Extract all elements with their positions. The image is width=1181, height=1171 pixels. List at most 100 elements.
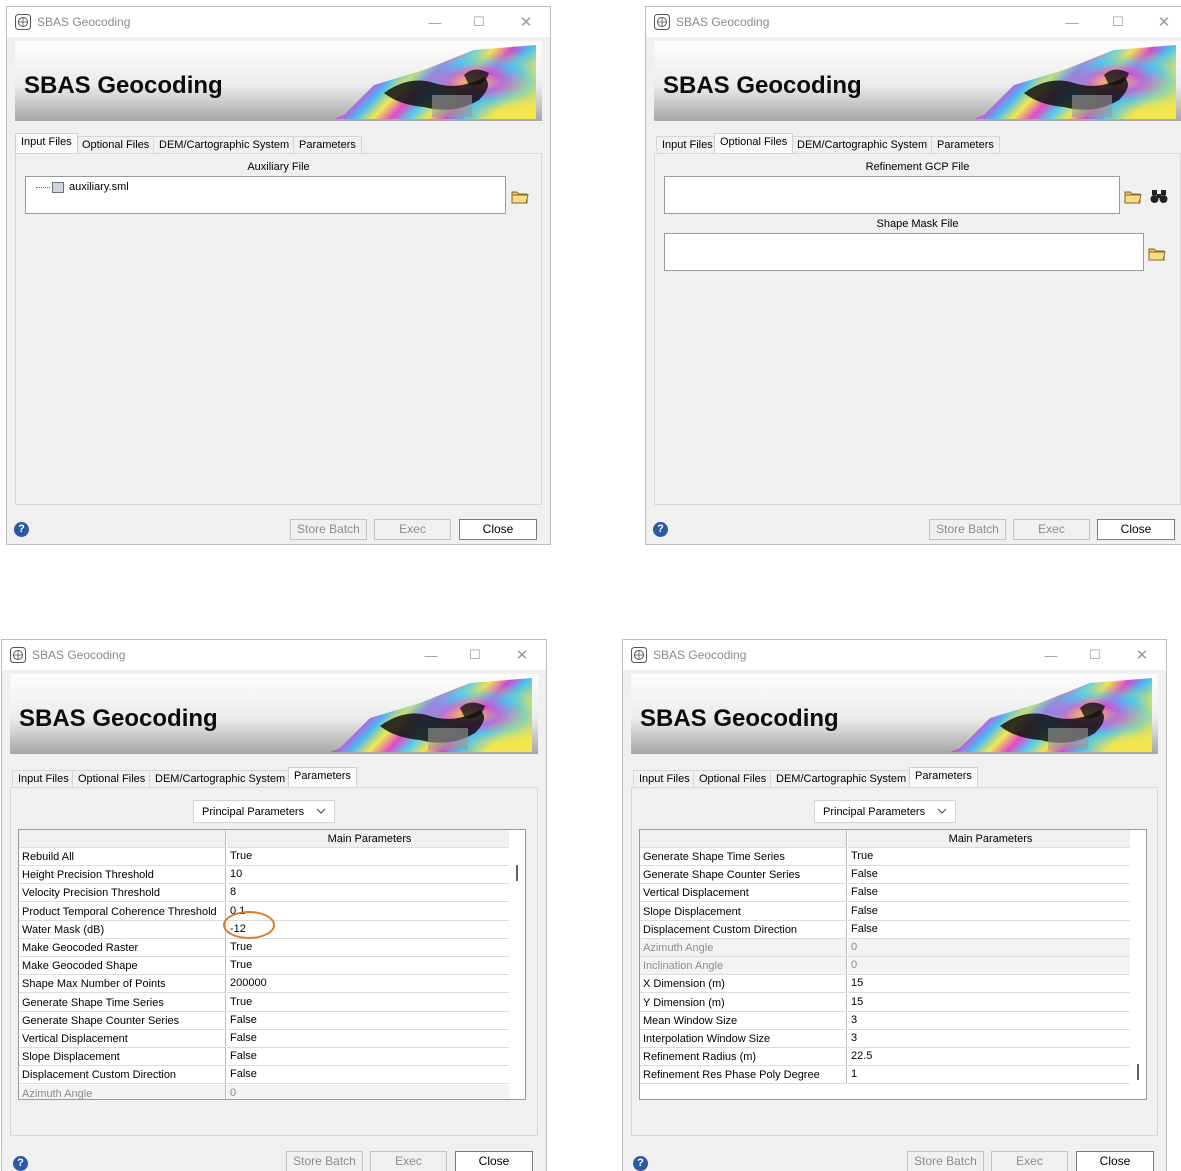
parameter-value[interactable]: 200000: [227, 975, 509, 994]
vertical-scrollbar[interactable]: [509, 830, 525, 1099]
refinement-gcp-field[interactable]: [664, 176, 1120, 214]
store-batch-button[interactable]: Store Batch: [929, 519, 1006, 540]
parameter-value[interactable]: 1: [848, 1066, 1130, 1085]
tab-input-files[interactable]: Input Files: [12, 770, 75, 787]
close-icon[interactable]: ✕: [1153, 11, 1175, 33]
exec-button[interactable]: Exec: [374, 519, 451, 540]
help-icon[interactable]: ?: [13, 1156, 28, 1171]
scrollbar-thumb[interactable]: [1137, 1064, 1139, 1080]
parameter-value[interactable]: 10: [227, 866, 509, 885]
maximize-icon[interactable]: ☐: [1107, 11, 1129, 33]
shape-mask-field[interactable]: [664, 233, 1144, 271]
list-item[interactable]: auxiliary.sml: [36, 181, 129, 193]
tab-dem-cartographic[interactable]: DEM/Cartographic System: [153, 136, 296, 153]
close-button[interactable]: Close: [1076, 1151, 1154, 1171]
parameter-value[interactable]: 8: [227, 884, 509, 903]
parameter-name: Generate Shape Counter Series: [640, 866, 847, 885]
parameter-name: Generate Shape Time Series: [640, 848, 847, 866]
vertical-scrollbar[interactable]: [1130, 830, 1146, 1099]
tab-parameters[interactable]: Parameters: [909, 767, 978, 787]
parameter-value[interactable]: True: [227, 957, 509, 976]
tab-parameters[interactable]: Parameters: [931, 136, 1000, 153]
store-batch-button[interactable]: Store Batch: [907, 1151, 984, 1171]
file-icon: [52, 181, 64, 193]
parameter-value[interactable]: False: [227, 1030, 509, 1048]
tab-dem-cartographic[interactable]: DEM/Cartographic System: [770, 770, 913, 787]
close-icon[interactable]: ✕: [511, 644, 533, 666]
header-name-cell: [19, 830, 226, 848]
parameter-value[interactable]: 3: [848, 1030, 1130, 1048]
parameter-value[interactable]: False: [227, 1012, 509, 1030]
sbas-app-icon: [15, 14, 31, 30]
close-button[interactable]: Close: [455, 1151, 533, 1171]
banner-title: SBAS Geocoding: [24, 72, 223, 99]
tab-parameters[interactable]: Parameters: [293, 136, 362, 153]
tab-dem-cartographic[interactable]: DEM/Cartographic System: [149, 770, 292, 787]
maximize-icon[interactable]: ☐: [468, 11, 490, 33]
parameter-value[interactable]: False: [848, 903, 1130, 921]
exec-button[interactable]: Exec: [1013, 519, 1090, 540]
parameter-value[interactable]: 0: [227, 1084, 509, 1099]
parameter-value[interactable]: False: [848, 866, 1130, 885]
parameter-value[interactable]: 3: [848, 1012, 1130, 1030]
tab-optional-files[interactable]: Optional Files: [693, 770, 773, 787]
store-batch-button[interactable]: Store Batch: [290, 519, 367, 540]
parameter-name: Refinement Res Phase Poly Degree: [640, 1066, 847, 1085]
header-main-parameters: Main Parameters: [848, 830, 1130, 848]
parameter-value[interactable]: True: [227, 939, 509, 957]
parameter-value[interactable]: True: [227, 848, 509, 866]
maximize-icon[interactable]: ☐: [464, 644, 486, 666]
parameter-value[interactable]: True: [848, 848, 1130, 866]
parameter-group-select[interactable]: Principal Parameters: [193, 800, 335, 823]
parameter-value[interactable]: 0: [848, 957, 1130, 976]
title-bar[interactable]: SBAS Geocoding — ☐ ✕: [7, 7, 550, 37]
title-bar[interactable]: SBAS Geocoding — ☐ ✕: [2, 640, 546, 670]
tab-optional-files[interactable]: Optional Files: [714, 133, 794, 153]
tab-input-files[interactable]: Input Files: [15, 133, 78, 153]
title-bar[interactable]: SBAS Geocoding — ☐ ✕: [646, 7, 1181, 37]
tab-optional-files[interactable]: Optional Files: [72, 770, 152, 787]
parameter-name: Azimuth Angle: [640, 939, 847, 957]
tab-parameters[interactable]: Parameters: [288, 767, 357, 787]
minimize-icon[interactable]: —: [420, 644, 442, 666]
open-folder-icon[interactable]: [1123, 186, 1143, 206]
exec-button[interactable]: Exec: [370, 1151, 447, 1171]
header-name-cell: [640, 830, 847, 848]
parameters-table[interactable]: Main Parameters Generate Shape Time Seri…: [639, 829, 1147, 1100]
help-icon[interactable]: ?: [14, 522, 29, 537]
parameter-value[interactable]: False: [848, 921, 1130, 939]
tab-input-files[interactable]: Input Files: [633, 770, 696, 787]
title-bar[interactable]: SBAS Geocoding — ☐ ✕: [623, 640, 1166, 670]
parameters-table[interactable]: Main Parameters Rebuild All True Height Pr…: [18, 829, 526, 1100]
parameter-value[interactable]: True: [227, 994, 509, 1012]
binoculars-icon[interactable]: [1149, 186, 1169, 206]
close-button[interactable]: Close: [1097, 519, 1175, 540]
minimize-icon[interactable]: —: [1061, 11, 1083, 33]
minimize-icon[interactable]: —: [1040, 644, 1062, 666]
close-button[interactable]: Close: [459, 519, 537, 540]
parameter-value[interactable]: False: [227, 1048, 509, 1067]
exec-button[interactable]: Exec: [991, 1151, 1068, 1171]
parameter-value[interactable]: False: [848, 884, 1130, 903]
open-folder-icon[interactable]: [1147, 243, 1167, 263]
tab-dem-cartographic[interactable]: DEM/Cartographic System: [791, 136, 934, 153]
tab-optional-files[interactable]: Optional Files: [76, 136, 156, 153]
parameter-value[interactable]: 15: [848, 994, 1130, 1012]
tab-input-files[interactable]: Input Files: [656, 136, 719, 153]
open-folder-icon[interactable]: [510, 186, 530, 206]
store-batch-button[interactable]: Store Batch: [286, 1151, 363, 1171]
parameter-value[interactable]: False: [227, 1066, 509, 1085]
parameter-value[interactable]: 0: [848, 939, 1130, 957]
help-icon[interactable]: ?: [653, 522, 668, 537]
parameter-group-select[interactable]: Principal Parameters: [814, 800, 956, 823]
close-icon[interactable]: ✕: [515, 11, 537, 33]
close-icon[interactable]: ✕: [1131, 644, 1153, 666]
parameter-name: Y Dimension (m): [640, 993, 847, 1012]
parameter-value[interactable]: 15: [848, 975, 1130, 994]
scrollbar-thumb[interactable]: [516, 865, 518, 881]
auxiliary-file-list[interactable]: auxiliary.sml: [25, 176, 506, 214]
parameter-value[interactable]: 22.5: [848, 1048, 1130, 1067]
maximize-icon[interactable]: ☐: [1084, 644, 1106, 666]
minimize-icon[interactable]: —: [424, 11, 446, 33]
help-icon[interactable]: ?: [633, 1156, 648, 1171]
